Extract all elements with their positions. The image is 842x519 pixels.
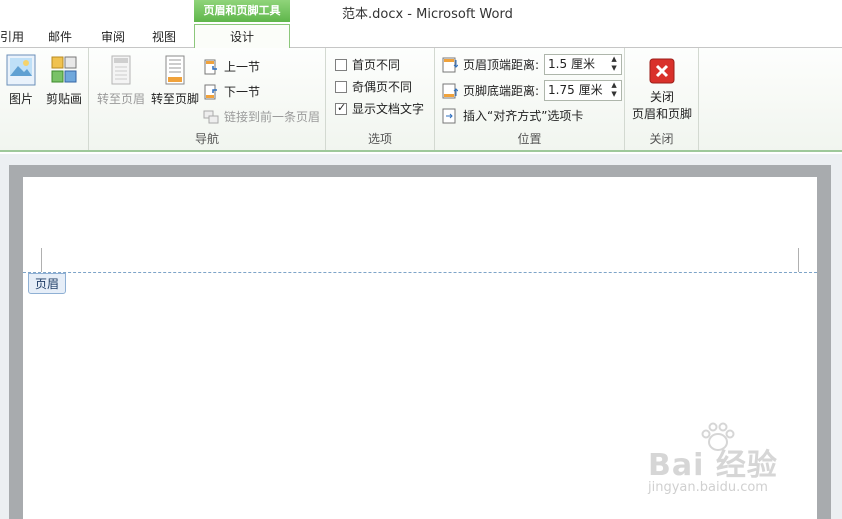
ribbon-tabs: 引用 邮件 审阅 视图 设计 <box>0 24 842 50</box>
link-to-previous-label: 链接到前一条页眉 <box>224 110 321 124</box>
position-group-label: 位置 <box>517 132 542 146</box>
close-group: 关闭 页眉和页脚 关闭 <box>625 48 699 150</box>
different-odd-even-checkbox[interactable]: 奇偶页不同 <box>335 78 412 95</box>
watermark: Bai 经验 jingyan.baidu.com <box>648 422 778 495</box>
watermark-url: jingyan.baidu.com <box>648 480 768 495</box>
link-to-previous-button[interactable]: 链接到前一条页眉 <box>203 108 320 125</box>
show-document-text-checkbox[interactable]: 显示文档文字 <box>335 100 424 117</box>
previous-section-button[interactable]: 上一节 <box>203 58 260 75</box>
paw-logo-icon <box>701 422 735 451</box>
alignment-tab-icon <box>442 108 456 123</box>
different-odd-even-box[interactable] <box>335 80 347 93</box>
header-position-icon <box>442 57 458 72</box>
tab-design[interactable]: 设计 <box>194 24 290 50</box>
goto-footer-button[interactable]: 转至页脚 <box>147 54 203 107</box>
show-document-text-label: 显示文档文字 <box>352 102 425 116</box>
clipart-button[interactable]: 剪贴画 <box>42 54 86 107</box>
navigation-group-label: 导航 <box>194 132 219 146</box>
header-from-top-row: 页眉顶端距离: 1.5 厘米 ▲ ▼ <box>442 54 623 75</box>
tab-review[interactable]: 审阅 <box>101 28 125 45</box>
title-bar: 页眉和页脚工具 范本.docx - Microsoft Word <box>0 0 842 24</box>
close-group-label: 关闭 <box>649 132 674 146</box>
header-boundary-line <box>23 272 817 273</box>
previous-section-icon <box>204 59 217 74</box>
next-section-icon <box>204 84 217 99</box>
footer-from-bottom-label: 页脚底端距离: <box>463 84 540 98</box>
insert-alignment-tab-label: 插入“对齐方式”选项卡 <box>463 109 584 123</box>
footer-from-bottom-row: 页脚底端距离: 1.75 厘米 ▲ ▼ <box>442 80 623 101</box>
goto-footer-label: 转至页脚 <box>150 92 199 106</box>
footer-from-bottom-value: 1.75 厘米 <box>548 83 603 97</box>
clipart-icon <box>51 56 77 83</box>
footer-position-icon <box>442 83 458 98</box>
close-header-footer-button[interactable]: 关闭 页眉和页脚 <box>627 58 697 122</box>
insert-alignment-tab-button[interactable]: 插入“对齐方式”选项卡 <box>442 107 583 124</box>
next-section-label: 下一节 <box>224 85 261 99</box>
options-group: 首页不同 奇偶页不同 显示文档文字 选项 <box>326 48 435 150</box>
close-icon <box>649 58 675 84</box>
tab-references[interactable]: 引用 <box>0 28 24 45</box>
window-title: 范本.docx - Microsoft Word <box>342 7 513 22</box>
header-tag: 页眉 <box>28 273 67 294</box>
margin-corner-right <box>798 248 799 272</box>
picture-icon <box>6 54 36 86</box>
clipart-label: 剪贴画 <box>45 92 82 106</box>
contextual-tab-group-label: 页眉和页脚工具 <box>194 0 290 22</box>
next-section-button[interactable]: 下一节 <box>203 83 260 100</box>
picture-label: 图片 <box>8 92 33 106</box>
goto-header-icon <box>111 55 131 85</box>
different-first-page-label: 首页不同 <box>352 58 401 72</box>
header-from-top-label: 页眉顶端距离: <box>463 58 540 72</box>
ribbon: 图片 剪贴画 转至页眉 转至页脚 上一节 下一节 链接到前一条页眉 导航 首页不… <box>0 48 842 152</box>
header-from-top-spinner[interactable]: 1.5 厘米 ▲ ▼ <box>544 54 623 75</box>
position-group: 页眉顶端距离: 1.5 厘米 ▲ ▼ 页脚底端距离: 1.75 厘米 ▲ ▼ 插… <box>435 48 625 150</box>
different-first-page-checkbox[interactable]: 首页不同 <box>335 56 400 73</box>
previous-section-label: 上一节 <box>224 60 261 74</box>
header-from-top-value: 1.5 厘米 <box>548 57 595 71</box>
different-odd-even-label: 奇偶页不同 <box>352 80 413 94</box>
show-document-text-box[interactable] <box>335 101 347 115</box>
close-label-line2: 页眉和页脚 <box>631 107 692 121</box>
close-label-line1: 关闭 <box>649 90 674 104</box>
goto-header-button[interactable]: 转至页眉 <box>93 54 149 107</box>
link-icon <box>203 110 219 123</box>
different-first-page-box[interactable] <box>335 58 347 71</box>
navigation-group: 转至页眉 转至页脚 上一节 下一节 链接到前一条页眉 导航 <box>89 48 326 150</box>
tab-view[interactable]: 视图 <box>152 28 176 45</box>
options-group-label: 选项 <box>367 132 392 146</box>
tab-mailings[interactable]: 邮件 <box>48 28 72 45</box>
goto-header-label: 转至页眉 <box>96 92 145 106</box>
footer-from-bottom-spinner[interactable]: 1.75 厘米 ▲ ▼ <box>544 80 623 101</box>
picture-button[interactable]: 图片 <box>4 54 38 107</box>
insert-group: 图片 剪贴画 <box>0 48 89 150</box>
spinner-arrows-icon[interactable]: ▲ ▼ <box>607 55 621 74</box>
spinner-arrows-icon[interactable]: ▲ ▼ <box>607 81 621 100</box>
goto-footer-icon <box>165 55 185 85</box>
margin-corner-left <box>41 248 42 272</box>
